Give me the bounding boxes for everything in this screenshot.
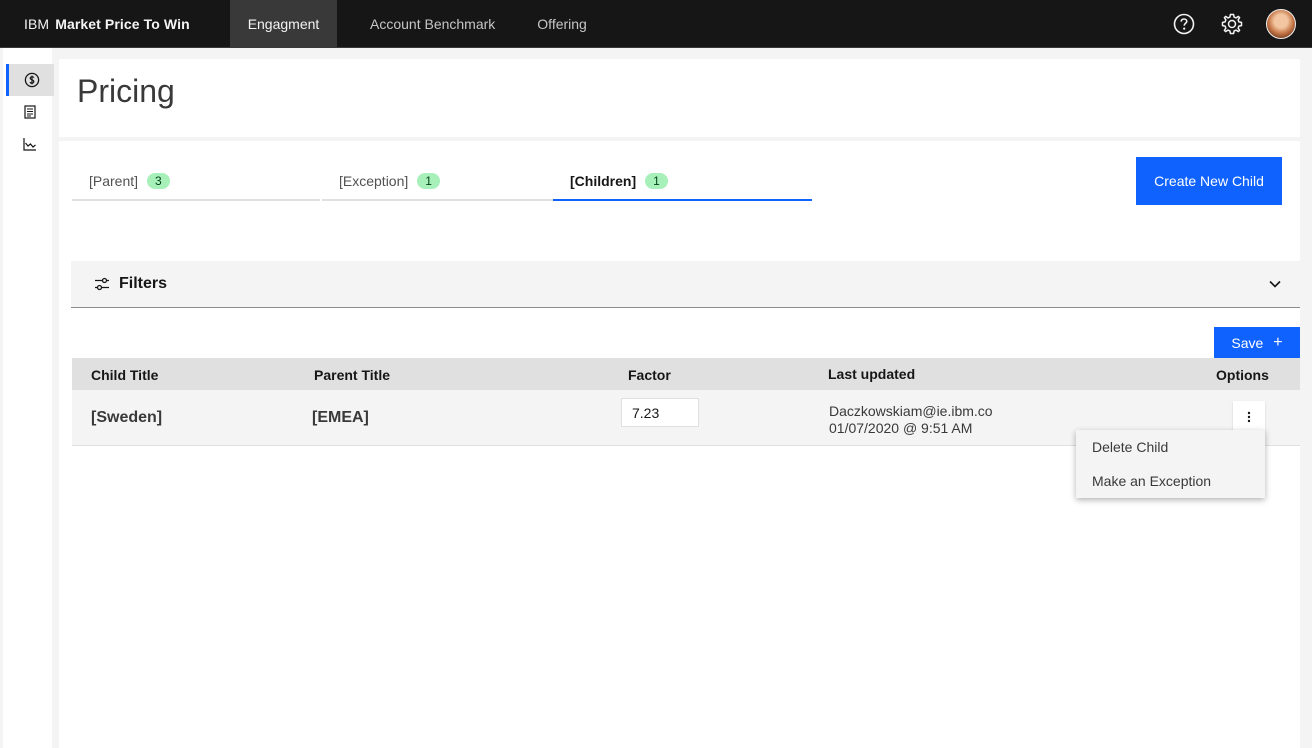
top-header: IBM Market Price To Win Engagment Accoun… — [0, 0, 1312, 48]
header-options: Options — [1216, 367, 1269, 383]
tab-list: [Parent] 3 [Exception] 1 [Children] 1 — [72, 163, 812, 201]
chevron-down-icon — [1268, 279, 1282, 289]
overflow-menu-button[interactable] — [1233, 401, 1265, 433]
tab-label: [Children] — [570, 173, 637, 189]
factor-input[interactable] — [621, 398, 699, 427]
save-label: Save — [1231, 334, 1264, 351]
nav-item-offering[interactable]: Offering — [521, 0, 603, 48]
brand[interactable]: IBM Market Price To Win — [0, 16, 230, 32]
settings-icon — [1221, 13, 1243, 35]
title-panel: Pricing — [59, 59, 1300, 137]
menu-item-delete-child[interactable]: Delete Child — [1076, 430, 1265, 464]
list-icon — [24, 105, 36, 119]
brand-name: Market Price To Win — [55, 15, 190, 32]
nav-item-engagement[interactable]: Engagment — [230, 0, 337, 48]
tab-label: [Exception] — [339, 173, 409, 189]
main-content: [Parent] 3 [Exception] 1 [Children] 1 Cr… — [59, 141, 1300, 748]
sidebar-item-list[interactable] — [6, 96, 54, 128]
page-title: Pricing — [77, 73, 175, 109]
overflow-menu: Delete Child Make an Exception — [1076, 430, 1265, 498]
settings-button[interactable] — [1208, 0, 1256, 48]
create-new-child-button[interactable]: Create New Child — [1136, 157, 1282, 205]
filters-accordion[interactable]: Filters — [71, 261, 1300, 308]
user-avatar[interactable] — [1266, 9, 1296, 39]
chart-icon — [23, 138, 36, 151]
updated-at: 01/07/2020 @ 9:51 AM — [829, 420, 973, 436]
sliders-icon — [93, 276, 111, 292]
sidebar-item-pricing[interactable] — [6, 64, 54, 96]
sidebar-item-chart[interactable] — [6, 128, 54, 160]
header-parent-title[interactable]: Parent Title — [314, 367, 390, 383]
last-updated-cell: Daczkowskiam@ie.ibm.co 01/07/2020 @ 9:51… — [829, 403, 993, 437]
child-title-cell: [Sweden] — [91, 409, 163, 426]
menu-item-make-exception[interactable]: Make an Exception — [1076, 464, 1265, 498]
help-button[interactable] — [1160, 0, 1208, 48]
save-button[interactable]: Save + — [1214, 327, 1300, 358]
tab-label: [Parent] — [89, 173, 139, 189]
tab-exception[interactable]: [Exception] 1 — [322, 163, 553, 201]
count-badge: 3 — [147, 173, 170, 189]
header-last-updated[interactable]: Last updated — [828, 366, 915, 382]
currency-icon — [24, 72, 39, 88]
tab-children[interactable]: [Children] 1 — [553, 163, 812, 201]
help-icon — [1173, 13, 1195, 35]
top-nav: Engagment Account Benchmark Offering — [230, 0, 603, 48]
header-factor[interactable]: Factor — [628, 367, 671, 383]
parent-title-cell: [EMEA] — [312, 409, 369, 426]
header-actions — [1160, 0, 1312, 48]
side-nav — [0, 48, 54, 748]
overflow-icon — [1247, 411, 1251, 423]
table-header: Child Title Parent Title Factor Last upd… — [72, 358, 1300, 390]
updated-by: Daczkowskiam@ie.ibm.co — [829, 403, 993, 419]
count-badge: 1 — [417, 173, 440, 189]
plus-icon: + — [1273, 333, 1283, 351]
nav-item-account-benchmark[interactable]: Account Benchmark — [354, 0, 511, 48]
brand-prefix: IBM — [24, 15, 50, 32]
tab-parent[interactable]: [Parent] 3 — [72, 163, 320, 201]
count-badge: 1 — [645, 173, 668, 189]
filters-label: Filters — [119, 275, 168, 292]
header-child-title[interactable]: Child Title — [91, 367, 158, 383]
